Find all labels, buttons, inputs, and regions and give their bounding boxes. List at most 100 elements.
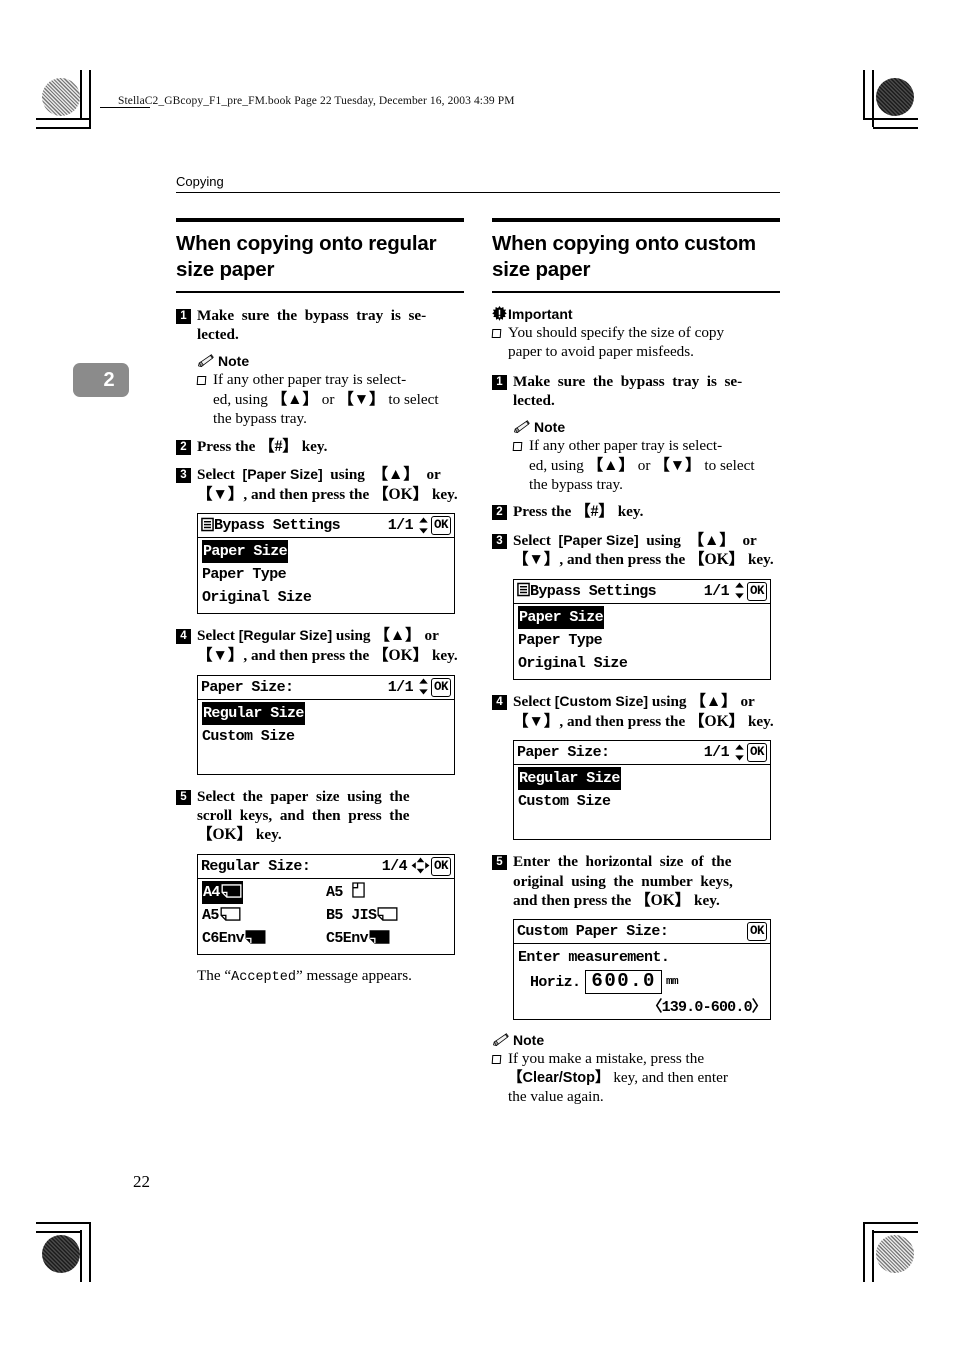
- note-text: If any other paper tray is select-ed, us…: [213, 371, 439, 427]
- paper-landscape-icon: [219, 906, 241, 924]
- step-1: 1 Make sure the bypass tray is se-lected…: [492, 372, 780, 410]
- registration-mark-right-center: [878, 659, 904, 685]
- lcd-row: C6Env C5Env: [202, 927, 450, 950]
- registration-mark-left-center: [52, 659, 78, 685]
- lcd-title-text: Bypass Settings: [530, 582, 657, 600]
- lcd-cell: A5: [326, 881, 450, 904]
- important-header: Important: [492, 306, 780, 322]
- step-number: 5: [492, 855, 507, 871]
- lcd-row: Paper Type: [518, 629, 766, 652]
- lcd-row: Original Size: [518, 652, 766, 675]
- menu-ref-regular-size: [Regular Size]: [238, 627, 333, 644]
- important-text: You should specify the size of copy paper…: [508, 323, 725, 360]
- lcd-item: Paper Type: [518, 631, 603, 649]
- lcd-blank-row: [202, 748, 450, 770]
- menu-list-icon: [517, 582, 530, 600]
- important-label: Important: [508, 305, 573, 322]
- lcd-page-indicator: 1/1: [387, 678, 414, 696]
- lcd-item: Paper Type: [202, 566, 287, 584]
- lcd-item: C5Env: [326, 927, 390, 950]
- lcd-item: Custom Size: [202, 727, 295, 745]
- crop-mark-line: [864, 1222, 918, 1224]
- registration-mark-bottom-right: [832, 1232, 858, 1258]
- lcd-paper-size-right: Paper Size: 1/1 OK Regular Size Custom S…: [513, 740, 771, 841]
- running-head: Copying: [176, 174, 224, 189]
- crop-mark-line: [36, 1222, 90, 1224]
- running-head-rule: [176, 192, 780, 194]
- step-number: 2: [492, 505, 507, 521]
- pencil-icon: [513, 419, 530, 434]
- down-key: 【▼】: [338, 390, 385, 408]
- lcd-item-label: C6Env: [202, 929, 245, 947]
- lcd-item-selected: Regular Size: [202, 701, 305, 725]
- lcd-range-text: 〈139.0-600.0〉: [647, 999, 766, 1017]
- down-key: 【▼】: [513, 551, 560, 569]
- step-text: Press the 【#】 key.: [513, 503, 644, 521]
- down-key: 【▼】: [197, 485, 244, 503]
- header-rule: [100, 107, 150, 108]
- lcd-regular-size-left: Regular Size: 1/4 OK A4 A5 A5 B5 JIS C6E…: [197, 853, 455, 955]
- down-key: 【▼】: [654, 456, 701, 474]
- lcd-row: Paper Size: [518, 605, 766, 629]
- up-key: 【▲】: [587, 456, 634, 474]
- ok-key: 【OK】: [635, 891, 691, 909]
- section-rule-bottom: [492, 290, 780, 293]
- step-text: Select [Custom Size] using 【▲】 or 【▼】, an…: [513, 693, 774, 730]
- step-number: 1: [176, 308, 191, 324]
- lcd-cell: A4: [202, 880, 326, 904]
- lcd-title-bar: Bypass Settings 1/1 OK: [198, 514, 454, 539]
- lcd-ok-badge: OK: [430, 516, 451, 536]
- crop-mark-line: [863, 70, 865, 120]
- lcd-row: Original Size: [202, 586, 450, 609]
- lcd-item-label: A5: [326, 883, 343, 901]
- registration-mark-right-upper: [878, 131, 904, 157]
- lcd-cell: C6Env: [202, 927, 326, 950]
- paper-portrait-icon: [351, 881, 365, 901]
- note-header: Note: [197, 353, 464, 369]
- lcd-body: A4 A5 A5 B5 JIS C6Env C5Env: [198, 879, 454, 954]
- up-key: 【▲】: [690, 693, 737, 711]
- color-patch-bottom-left: [42, 1235, 80, 1273]
- lcd-row: A4 A5: [202, 880, 450, 904]
- up-down-arrow-icon: [732, 744, 747, 762]
- lcd-bypass-settings-left: Bypass Settings 1/1 OK Paper Size Paper …: [197, 513, 455, 615]
- page-title-left: When copying onto regular size paper: [176, 232, 437, 281]
- square-bullet-icon: [196, 376, 207, 386]
- up-down-arrow-icon: [416, 517, 431, 535]
- horizontal-size-value[interactable]: 600.0: [585, 970, 662, 995]
- registration-mark-top-left: [88, 88, 114, 114]
- lcd-title-text: Paper Size:: [201, 678, 294, 696]
- lcd-item-label: B5 JIS: [326, 906, 377, 924]
- important-burst-icon: [492, 306, 507, 322]
- lcd-title-bar: Paper Size: 1/1 OK: [514, 741, 770, 766]
- step-text: Make sure the bypass tray is se-lected.: [513, 372, 743, 409]
- note-item: If any other paper tray is select-ed, us…: [196, 371, 464, 429]
- note-label: Note: [534, 418, 566, 435]
- lcd-item-selected: A4: [202, 880, 243, 904]
- crop-mark-line: [80, 70, 82, 120]
- lcd-bypass-settings-right: Bypass Settings 1/1 OK Paper Size Paper …: [513, 578, 771, 681]
- step-4: 4 Select [Custom Size] using 【▲】 or 【▼】, …: [492, 692, 780, 731]
- print-file-info: StellaC2_GBcopy_F1_pre_FM.book Page 22 T…: [118, 95, 515, 107]
- pencil-icon: [197, 354, 214, 368]
- accepted-message-text: The “Accepted” message appears.: [197, 967, 464, 985]
- lcd-title-bar: Regular Size: 1/4 OK: [198, 855, 454, 879]
- section-rule-top: [492, 218, 780, 222]
- section-rule-top: [176, 218, 464, 222]
- lcd-body: Paper Size Paper Type Original Size: [514, 604, 770, 679]
- step-text: Enter the horizontal size of the original…: [513, 853, 733, 909]
- step-text: Make sure the bypass tray is se-lected.: [197, 306, 427, 343]
- right-column: When copying onto custom size paper Impo…: [491, 218, 780, 1115]
- lcd-item: Original Size: [202, 589, 312, 607]
- step-5: 5 Enter the horizontal size of the origin…: [492, 852, 780, 910]
- lcd-blank-row: [518, 813, 766, 835]
- lcd-page-indicator: 1/1: [703, 744, 730, 762]
- four-way-arrow-icon: [410, 857, 431, 875]
- lcd-row: Paper Type: [202, 563, 450, 586]
- crop-mark-line: [873, 1231, 918, 1233]
- color-patch-top-right: [876, 78, 914, 116]
- step-5: 5 Select the paper size using the scroll …: [176, 787, 464, 845]
- lcd-title-text: Paper Size:: [517, 744, 610, 762]
- note-header: Note: [492, 1032, 780, 1048]
- lcd-item: Custom Size: [518, 793, 611, 811]
